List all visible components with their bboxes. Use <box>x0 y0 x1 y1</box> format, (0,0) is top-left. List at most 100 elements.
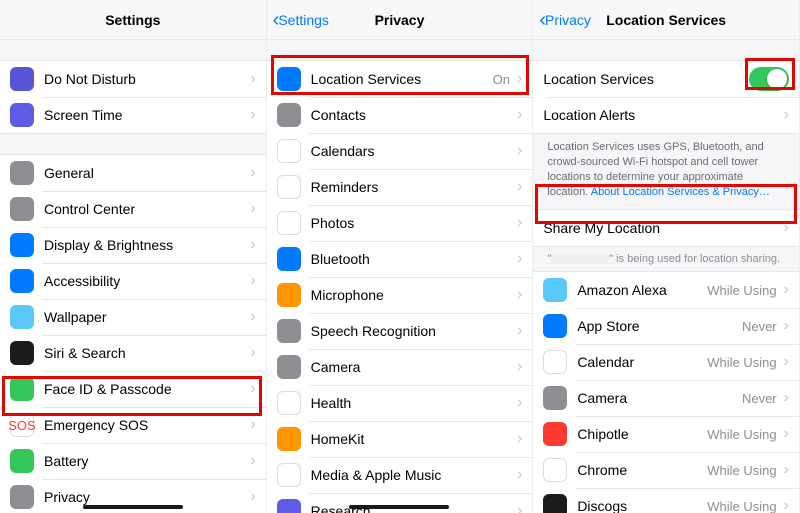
settings-row-emergency-sos[interactable]: SOS Emergency SOS › <box>0 407 266 443</box>
app-row-app-store[interactable]: App Store Never › <box>533 308 799 344</box>
chevron-right-icon: › <box>250 106 255 124</box>
row-label: Face ID & Passcode <box>44 381 247 397</box>
settings-row-siri-search[interactable]: Siri & Search › <box>0 335 266 371</box>
faceid-icon <box>10 377 34 401</box>
app-row-chipotle[interactable]: Chipotle While Using › <box>533 416 799 452</box>
privacy-row-bluetooth[interactable]: Bluetooth › <box>267 241 533 277</box>
back-button[interactable]: ‹ Settings <box>273 10 329 30</box>
settings-row-wallpaper[interactable]: Wallpaper › <box>0 299 266 335</box>
app-row-amazon-alexa[interactable]: Amazon Alexa While Using › <box>533 272 799 308</box>
row-meta: On <box>493 72 510 87</box>
location-alerts-row[interactable]: Location Alerts › <box>533 97 799 133</box>
row-label: Location Alerts <box>543 107 780 123</box>
privacy-list[interactable]: Location Services On › Contacts › Calend… <box>267 40 533 513</box>
redacted-device <box>551 254 609 264</box>
row-label: Contacts <box>311 107 514 123</box>
calendar-icon <box>277 139 301 163</box>
row-label: Discogs <box>577 498 707 513</box>
home-indicator <box>349 505 449 509</box>
privacy-pane: ‹ Settings Privacy Location Services On … <box>267 0 534 513</box>
settings-row-face-id-passcode[interactable]: Face ID & Passcode › <box>0 371 266 407</box>
settings-row-do-not-disturb[interactable]: Do Not Disturb › <box>0 61 266 97</box>
row-label: Microphone <box>311 287 514 303</box>
chevron-right-icon: › <box>784 389 789 407</box>
settings-row-general[interactable]: General › <box>0 155 266 191</box>
privacy-row-location-services[interactable]: Location Services On › <box>267 61 533 97</box>
row-label: Camera <box>577 390 742 406</box>
privacy-row-media-apple-music[interactable]: Media & Apple Music › <box>267 457 533 493</box>
back-label: Settings <box>278 12 329 28</box>
privacy-row-contacts[interactable]: Contacts › <box>267 97 533 133</box>
row-label: Speech Recognition <box>311 323 514 339</box>
sos-icon: SOS <box>10 413 34 437</box>
row-label: Chipotle <box>577 426 707 442</box>
privacy-row-microphone[interactable]: Microphone › <box>267 277 533 313</box>
hourglass-icon <box>10 103 34 127</box>
chevron-right-icon: › <box>250 70 255 88</box>
settings-row-display-brightness[interactable]: Display & Brightness › <box>0 227 266 263</box>
location-list[interactable]: Location Services Location Alerts › Loca… <box>533 40 799 513</box>
privacy-row-research[interactable]: Research › <box>267 493 533 513</box>
nav-bar: Settings <box>0 0 266 40</box>
appstore-icon <box>543 314 567 338</box>
row-label: Photos <box>311 215 514 231</box>
chevron-right-icon: › <box>517 322 522 340</box>
privacy-row-health[interactable]: Health › <box>267 385 533 421</box>
settings-row-screen-time[interactable]: Screen Time › <box>0 97 266 133</box>
chevron-right-icon: › <box>784 353 789 371</box>
privacy-row-camera[interactable]: Camera › <box>267 349 533 385</box>
chevron-right-icon: › <box>517 286 522 304</box>
row-label: Display & Brightness <box>44 237 247 253</box>
row-label: General <box>44 165 247 181</box>
photos-icon <box>277 211 301 235</box>
chevron-right-icon: › <box>517 502 522 513</box>
hand-icon <box>10 485 34 509</box>
share-my-location-row[interactable]: Share My Location › <box>533 210 799 246</box>
app-row-discogs[interactable]: Discogs While Using › <box>533 488 799 513</box>
settings-pane: Settings Do Not Disturb › Screen Time › … <box>0 0 267 513</box>
app-row-chrome[interactable]: Chrome While Using › <box>533 452 799 488</box>
camera-icon <box>543 386 567 410</box>
chevron-right-icon: › <box>517 142 522 160</box>
row-meta: While Using <box>707 283 776 298</box>
privacy-row-calendars[interactable]: Calendars › <box>267 133 533 169</box>
privacy-row-speech-recognition[interactable]: Speech Recognition › <box>267 313 533 349</box>
row-label: Calendar <box>577 354 707 370</box>
chevron-right-icon: › <box>517 106 522 124</box>
location-services-toggle-row[interactable]: Location Services <box>533 61 799 97</box>
row-label: Control Center <box>44 201 247 217</box>
row-label: Location Services <box>543 71 749 87</box>
chevron-right-icon: › <box>517 250 522 268</box>
app-row-calendar[interactable]: Calendar While Using › <box>533 344 799 380</box>
row-meta: While Using <box>707 427 776 442</box>
privacy-row-reminders[interactable]: Reminders › <box>267 169 533 205</box>
privacy-row-homekit[interactable]: HomeKit › <box>267 421 533 457</box>
gear-icon <box>10 161 34 185</box>
chevron-right-icon: › <box>784 497 789 513</box>
chevron-right-icon: › <box>784 425 789 443</box>
row-meta: While Using <box>707 355 776 370</box>
share-footnote: "" is being used for location sharing. <box>533 247 799 271</box>
chevron-right-icon: › <box>250 416 255 434</box>
privacy-row-photos[interactable]: Photos › <box>267 205 533 241</box>
moon-icon <box>10 67 34 91</box>
settings-row-control-center[interactable]: Control Center › <box>0 191 266 227</box>
settings-row-battery[interactable]: Battery › <box>0 443 266 479</box>
calendar-icon <box>543 350 567 374</box>
about-link[interactable]: About Location Services & Privacy… <box>591 186 770 198</box>
camera-icon <box>277 355 301 379</box>
chevron-right-icon: › <box>250 272 255 290</box>
back-button[interactable]: ‹ Privacy <box>539 10 591 30</box>
location-icon <box>277 67 301 91</box>
row-label: Bluetooth <box>311 251 514 267</box>
toggle-switch[interactable] <box>749 67 789 91</box>
chevron-right-icon: › <box>250 344 255 362</box>
chevron-right-icon: › <box>517 70 522 88</box>
row-label: Location Services <box>311 71 493 87</box>
row-label: App Store <box>577 318 742 334</box>
settings-list[interactable]: Do Not Disturb › Screen Time › General ›… <box>0 40 266 513</box>
app-row-camera[interactable]: Camera Never › <box>533 380 799 416</box>
chevron-right-icon: › <box>517 358 522 376</box>
settings-row-accessibility[interactable]: Accessibility › <box>0 263 266 299</box>
chevron-right-icon: › <box>517 430 522 448</box>
